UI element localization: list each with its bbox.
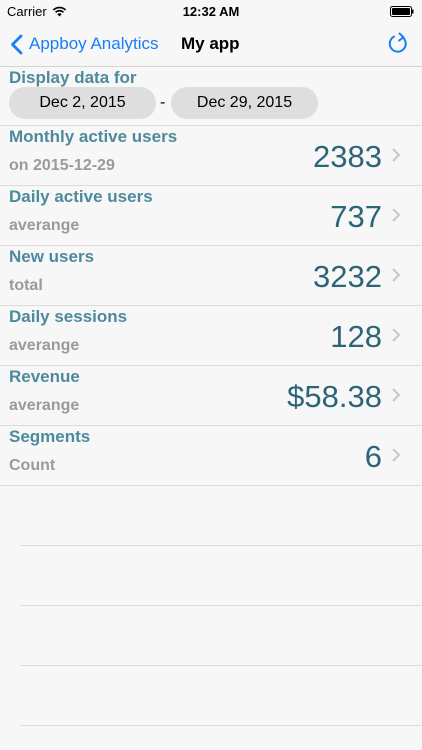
date-range-section: Display data for Dec 2, 2015 - Dec 29, 2…	[0, 67, 422, 126]
metric-value: 737	[330, 199, 382, 234]
metric-subtitle: averange	[9, 337, 80, 354]
metric-title: Daily active users	[9, 187, 153, 206]
status-time: 12:32 AM	[182, 4, 240, 19]
refresh-icon[interactable]	[386, 32, 410, 56]
metric-row-new-users[interactable]: New users total 3232	[0, 246, 422, 306]
metric-value: 128	[330, 319, 382, 354]
back-button-label: Appboy Analytics	[29, 34, 159, 53]
metric-row-daily-active-users[interactable]: Daily active users averange 737	[0, 186, 422, 246]
chevron-right-icon	[392, 328, 400, 342]
metric-row-monthly-active-users[interactable]: Monthly active users on 2015-12-29 2383	[0, 126, 422, 186]
metric-value: $58.38	[287, 379, 382, 414]
metric-row-segments[interactable]: Segments Count 6	[0, 426, 422, 486]
metric-subtitle: total	[9, 277, 43, 294]
metric-subtitle: averange	[9, 217, 80, 234]
page-title: My app	[181, 34, 240, 53]
chevron-right-icon	[392, 388, 400, 402]
metric-title: Segments	[9, 427, 91, 446]
metric-title: Monthly active users	[9, 127, 178, 146]
metric-title: New users	[9, 247, 95, 266]
empty-row	[20, 486, 422, 546]
empty-row	[20, 606, 422, 666]
metric-subtitle: averange	[9, 397, 80, 414]
metric-title: Daily sessions	[9, 307, 128, 326]
start-date-button[interactable]: Dec 2, 2015	[9, 87, 156, 119]
metric-value: 2383	[313, 139, 382, 174]
metric-title: Revenue	[9, 367, 80, 386]
metric-subtitle: Count	[9, 457, 56, 474]
metric-row-daily-sessions[interactable]: Daily sessions averange 128	[0, 306, 422, 366]
chevron-right-icon	[392, 448, 400, 462]
chevron-right-icon	[392, 208, 400, 222]
end-date-button[interactable]: Dec 29, 2015	[171, 87, 318, 119]
battery-icon	[390, 6, 414, 17]
metric-row-revenue[interactable]: Revenue averange $58.38	[0, 366, 422, 426]
empty-row	[20, 546, 422, 606]
back-button[interactable]: Appboy Analytics	[10, 22, 158, 66]
empty-row	[20, 666, 422, 726]
status-bar: Carrier 12:32 AM	[0, 0, 422, 22]
chevron-right-icon	[392, 148, 400, 162]
chevron-left-icon	[11, 34, 23, 54]
metrics-list: Monthly active users on 2015-12-29 2383 …	[0, 126, 422, 486]
analytics-content: Display data for Dec 2, 2015 - Dec 29, 2…	[0, 67, 422, 726]
date-separator: -	[160, 94, 166, 111]
chevron-right-icon	[392, 268, 400, 282]
metric-value: 6	[364, 439, 382, 474]
date-range-label: Display data for	[9, 68, 137, 87]
metric-value: 3232	[313, 259, 382, 294]
metric-subtitle: on 2015-12-29	[9, 157, 115, 174]
navigation-bar: Appboy Analytics My app	[0, 22, 422, 67]
